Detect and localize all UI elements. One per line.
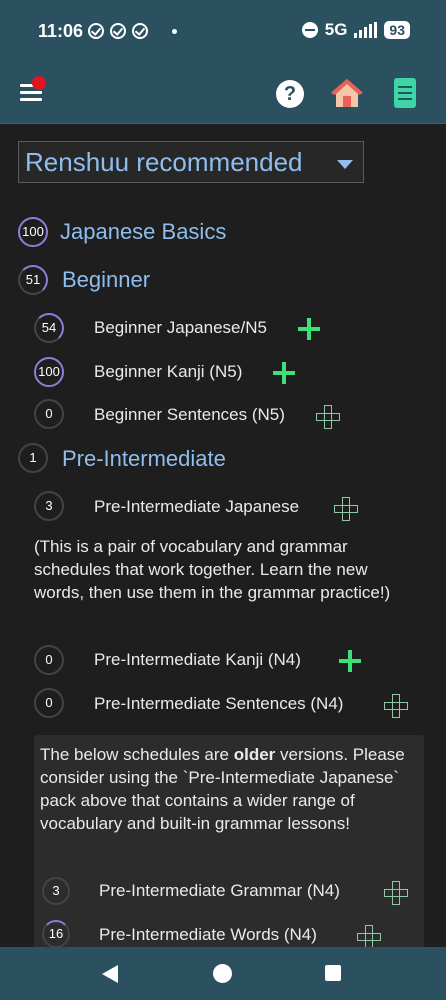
progress-ring: 100 [18,217,48,247]
progress-ring: 0 [34,645,64,675]
add-schedule-button[interactable] [273,362,295,384]
add-schedule-button[interactable] [298,318,320,340]
chevron-down-icon [337,160,353,169]
schedule-title[interactable]: Pre-Intermediate Japanese [94,497,299,517]
check-circle-icon [132,23,148,39]
check-circle-icon [88,23,104,39]
schedule-title[interactable]: Beginner Japanese/N5 [94,318,267,338]
added-schedule-icon[interactable] [316,405,340,429]
status-time: 11:06 [38,21,84,41]
battery-indicator: 93 [384,21,410,39]
pack-description: (This is a pair of vocabulary and gramma… [34,537,391,602]
signal-strength-icon [354,22,378,38]
dropdown-selected-value: Renshuu recommended [25,147,303,177]
schedule-source-dropdown[interactable]: Renshuu recommended [18,141,364,183]
progress-ring: 1 [18,443,48,473]
older-versions-notice: The below schedules are older versions. … [34,735,424,947]
progress-ring: 0 [34,399,64,429]
schedule-title[interactable]: Pre-Intermediate Words (N4) [99,925,317,945]
recent-apps-icon[interactable] [325,965,341,981]
progress-ring: 51 [18,265,48,295]
network-type: 5G [324,20,348,39]
schedule-title[interactable]: Pre-Intermediate Sentences (N4) [94,694,343,714]
progress-ring: 0 [34,688,64,718]
older-versions-text: The below schedules are older versions. … [40,743,416,835]
progress-ring: 100 [34,357,64,387]
added-schedule-icon[interactable] [384,694,408,718]
do-not-disturb-icon [301,22,318,38]
notice-emphasis: older [233,745,276,764]
status-right-icons: 5G 93 [301,20,410,40]
status-notification-icons [88,23,148,39]
added-schedule-icon[interactable] [334,497,358,521]
help-button[interactable]: ? [276,80,304,108]
add-schedule-button[interactable] [339,650,361,672]
schedule-list: Renshuu recommended 100 Japanese Basics … [0,125,446,947]
category-title[interactable]: Pre-Intermediate [62,446,226,472]
progress-ring: 3 [42,877,70,905]
check-circle-icon [110,23,126,39]
back-icon[interactable] [102,965,118,983]
schedule-title[interactable]: Beginner Sentences (N5) [94,405,285,425]
notice-text: The below schedules are [40,745,234,764]
home-icon[interactable] [330,76,364,110]
book-icon[interactable] [394,78,416,108]
added-schedule-icon[interactable] [357,925,381,947]
system-nav-bar [0,947,446,1000]
progress-ring: 16 [42,920,70,947]
status-bar: 11:06 5G 93 [0,0,446,62]
schedule-title[interactable]: Pre-Intermediate Kanji (N4) [94,650,301,670]
notification-badge [32,76,46,90]
added-schedule-icon[interactable] [384,881,408,905]
schedule-title[interactable]: Pre-Intermediate Grammar (N4) [99,881,340,901]
more-notifications-dot-icon [172,29,177,34]
progress-ring: 54 [34,313,64,343]
category-title[interactable]: Japanese Basics [60,219,226,245]
category-title[interactable]: Beginner [62,267,150,293]
progress-ring: 3 [34,491,64,521]
schedule-title[interactable]: Beginner Kanji (N5) [94,362,242,382]
home-circle-icon[interactable] [213,964,232,983]
app-bar: ? [0,62,446,124]
